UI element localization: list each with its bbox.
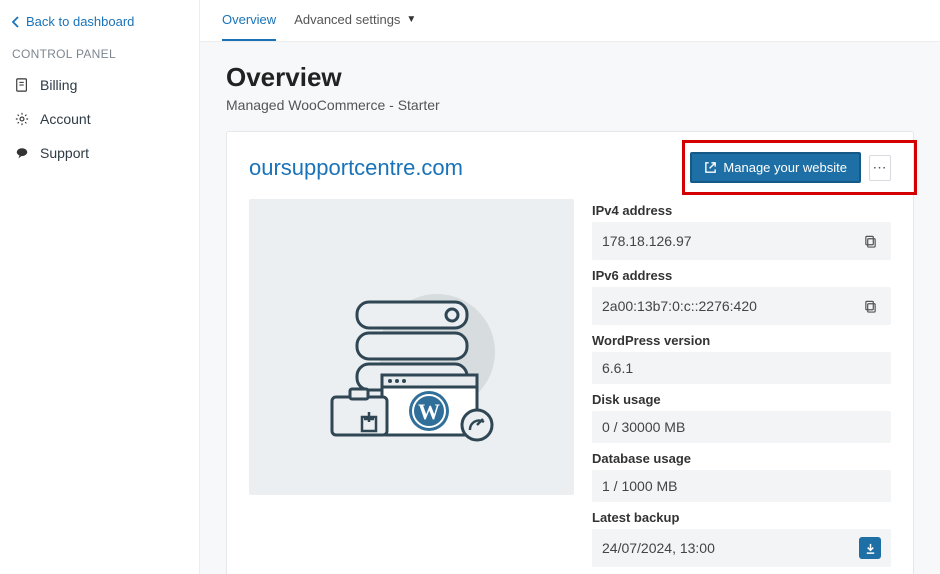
site-card: oursupportcentre.com Manage your website… [226, 131, 914, 574]
tab-label: Overview [222, 12, 276, 27]
control-panel-heading: CONTROL PANEL [12, 47, 187, 61]
sidebar-item-billing[interactable]: Billing [12, 71, 187, 99]
detail-label: Latest backup [592, 506, 891, 529]
manage-label: Manage your website [723, 160, 847, 175]
detail-value-row: 1 / 1000 MB [592, 470, 891, 502]
detail-label: IPv6 address [592, 264, 891, 287]
disk-usage-value: 0 / 30000 MB [602, 419, 685, 435]
page-subtitle: Managed WooCommerce - Starter [226, 97, 914, 113]
billing-icon [14, 77, 30, 93]
detail-value-row: 0 / 30000 MB [592, 411, 891, 443]
detail-value-row: 6.6.1 [592, 352, 891, 384]
detail-ipv4: IPv4 address 178.18.126.97 [592, 199, 891, 260]
chat-icon [14, 145, 30, 161]
download-icon [864, 542, 877, 555]
card-body: W IPv4 address [249, 199, 891, 571]
wp-version-value: 6.6.1 [602, 360, 633, 376]
caret-down-icon: ▼ [406, 14, 416, 25]
back-label: Back to dashboard [26, 14, 134, 29]
site-illustration: W [249, 199, 574, 495]
detail-latest-backup: Latest backup 24/07/2024, 13:00 [592, 506, 891, 567]
detail-label: IPv4 address [592, 199, 891, 222]
ipv4-value: 178.18.126.97 [602, 233, 692, 249]
back-to-dashboard-link[interactable]: Back to dashboard [12, 14, 187, 29]
content: Overview Managed WooCommerce - Starter o… [200, 42, 940, 574]
sidebar-item-account[interactable]: Account [12, 105, 187, 133]
copy-icon [864, 235, 877, 248]
sidebar: Back to dashboard CONTROL PANEL Billing … [0, 0, 200, 574]
manage-website-button[interactable]: Manage your website [690, 152, 861, 183]
page-title: Overview [226, 62, 914, 93]
sidebar-item-label: Account [40, 111, 91, 127]
chevron-left-icon [12, 16, 20, 28]
ipv6-value: 2a00:13b7:0:c::2276:420 [602, 298, 757, 314]
tab-advanced-settings[interactable]: Advanced settings ▼ [294, 0, 416, 41]
site-details: IPv4 address 178.18.126.97 IPv6 address [592, 199, 891, 571]
detail-value-row: 2a00:13b7:0:c::2276:420 [592, 287, 891, 325]
detail-label: Disk usage [592, 388, 891, 411]
sidebar-item-label: Support [40, 145, 89, 161]
more-actions-button[interactable]: ⋯ [869, 155, 891, 181]
tab-overview[interactable]: Overview [222, 0, 276, 41]
detail-value-row: 24/07/2024, 13:00 [592, 529, 891, 567]
card-header: oursupportcentre.com Manage your website… [249, 152, 891, 183]
card-actions: Manage your website ⋯ [690, 152, 891, 183]
detail-label: WordPress version [592, 329, 891, 352]
main: Overview Advanced settings ▼ Overview Ma… [200, 0, 940, 574]
wordpress-server-illustration-icon: W [302, 247, 522, 447]
gear-icon [14, 111, 30, 127]
sidebar-item-label: Billing [40, 77, 77, 93]
detail-label: Database usage [592, 447, 891, 470]
backup-value: 24/07/2024, 13:00 [602, 540, 715, 556]
tabs: Overview Advanced settings ▼ [200, 0, 940, 42]
sidebar-item-support[interactable]: Support [12, 139, 187, 167]
external-link-icon [704, 161, 717, 174]
detail-disk-usage: Disk usage 0 / 30000 MB [592, 388, 891, 443]
detail-ipv6: IPv6 address 2a00:13b7:0:c::2276:420 [592, 264, 891, 325]
copy-icon [864, 300, 877, 313]
detail-wordpress-version: WordPress version 6.6.1 [592, 329, 891, 384]
tab-label: Advanced settings [294, 12, 400, 27]
db-usage-value: 1 / 1000 MB [602, 478, 678, 494]
svg-text:W: W [418, 399, 440, 424]
download-backup-button[interactable] [859, 537, 881, 559]
copy-ipv4-button[interactable] [859, 230, 881, 252]
detail-value-row: 178.18.126.97 [592, 222, 891, 260]
copy-ipv6-button[interactable] [859, 295, 881, 317]
domain-name[interactable]: oursupportcentre.com [249, 155, 463, 181]
detail-database-usage: Database usage 1 / 1000 MB [592, 447, 891, 502]
